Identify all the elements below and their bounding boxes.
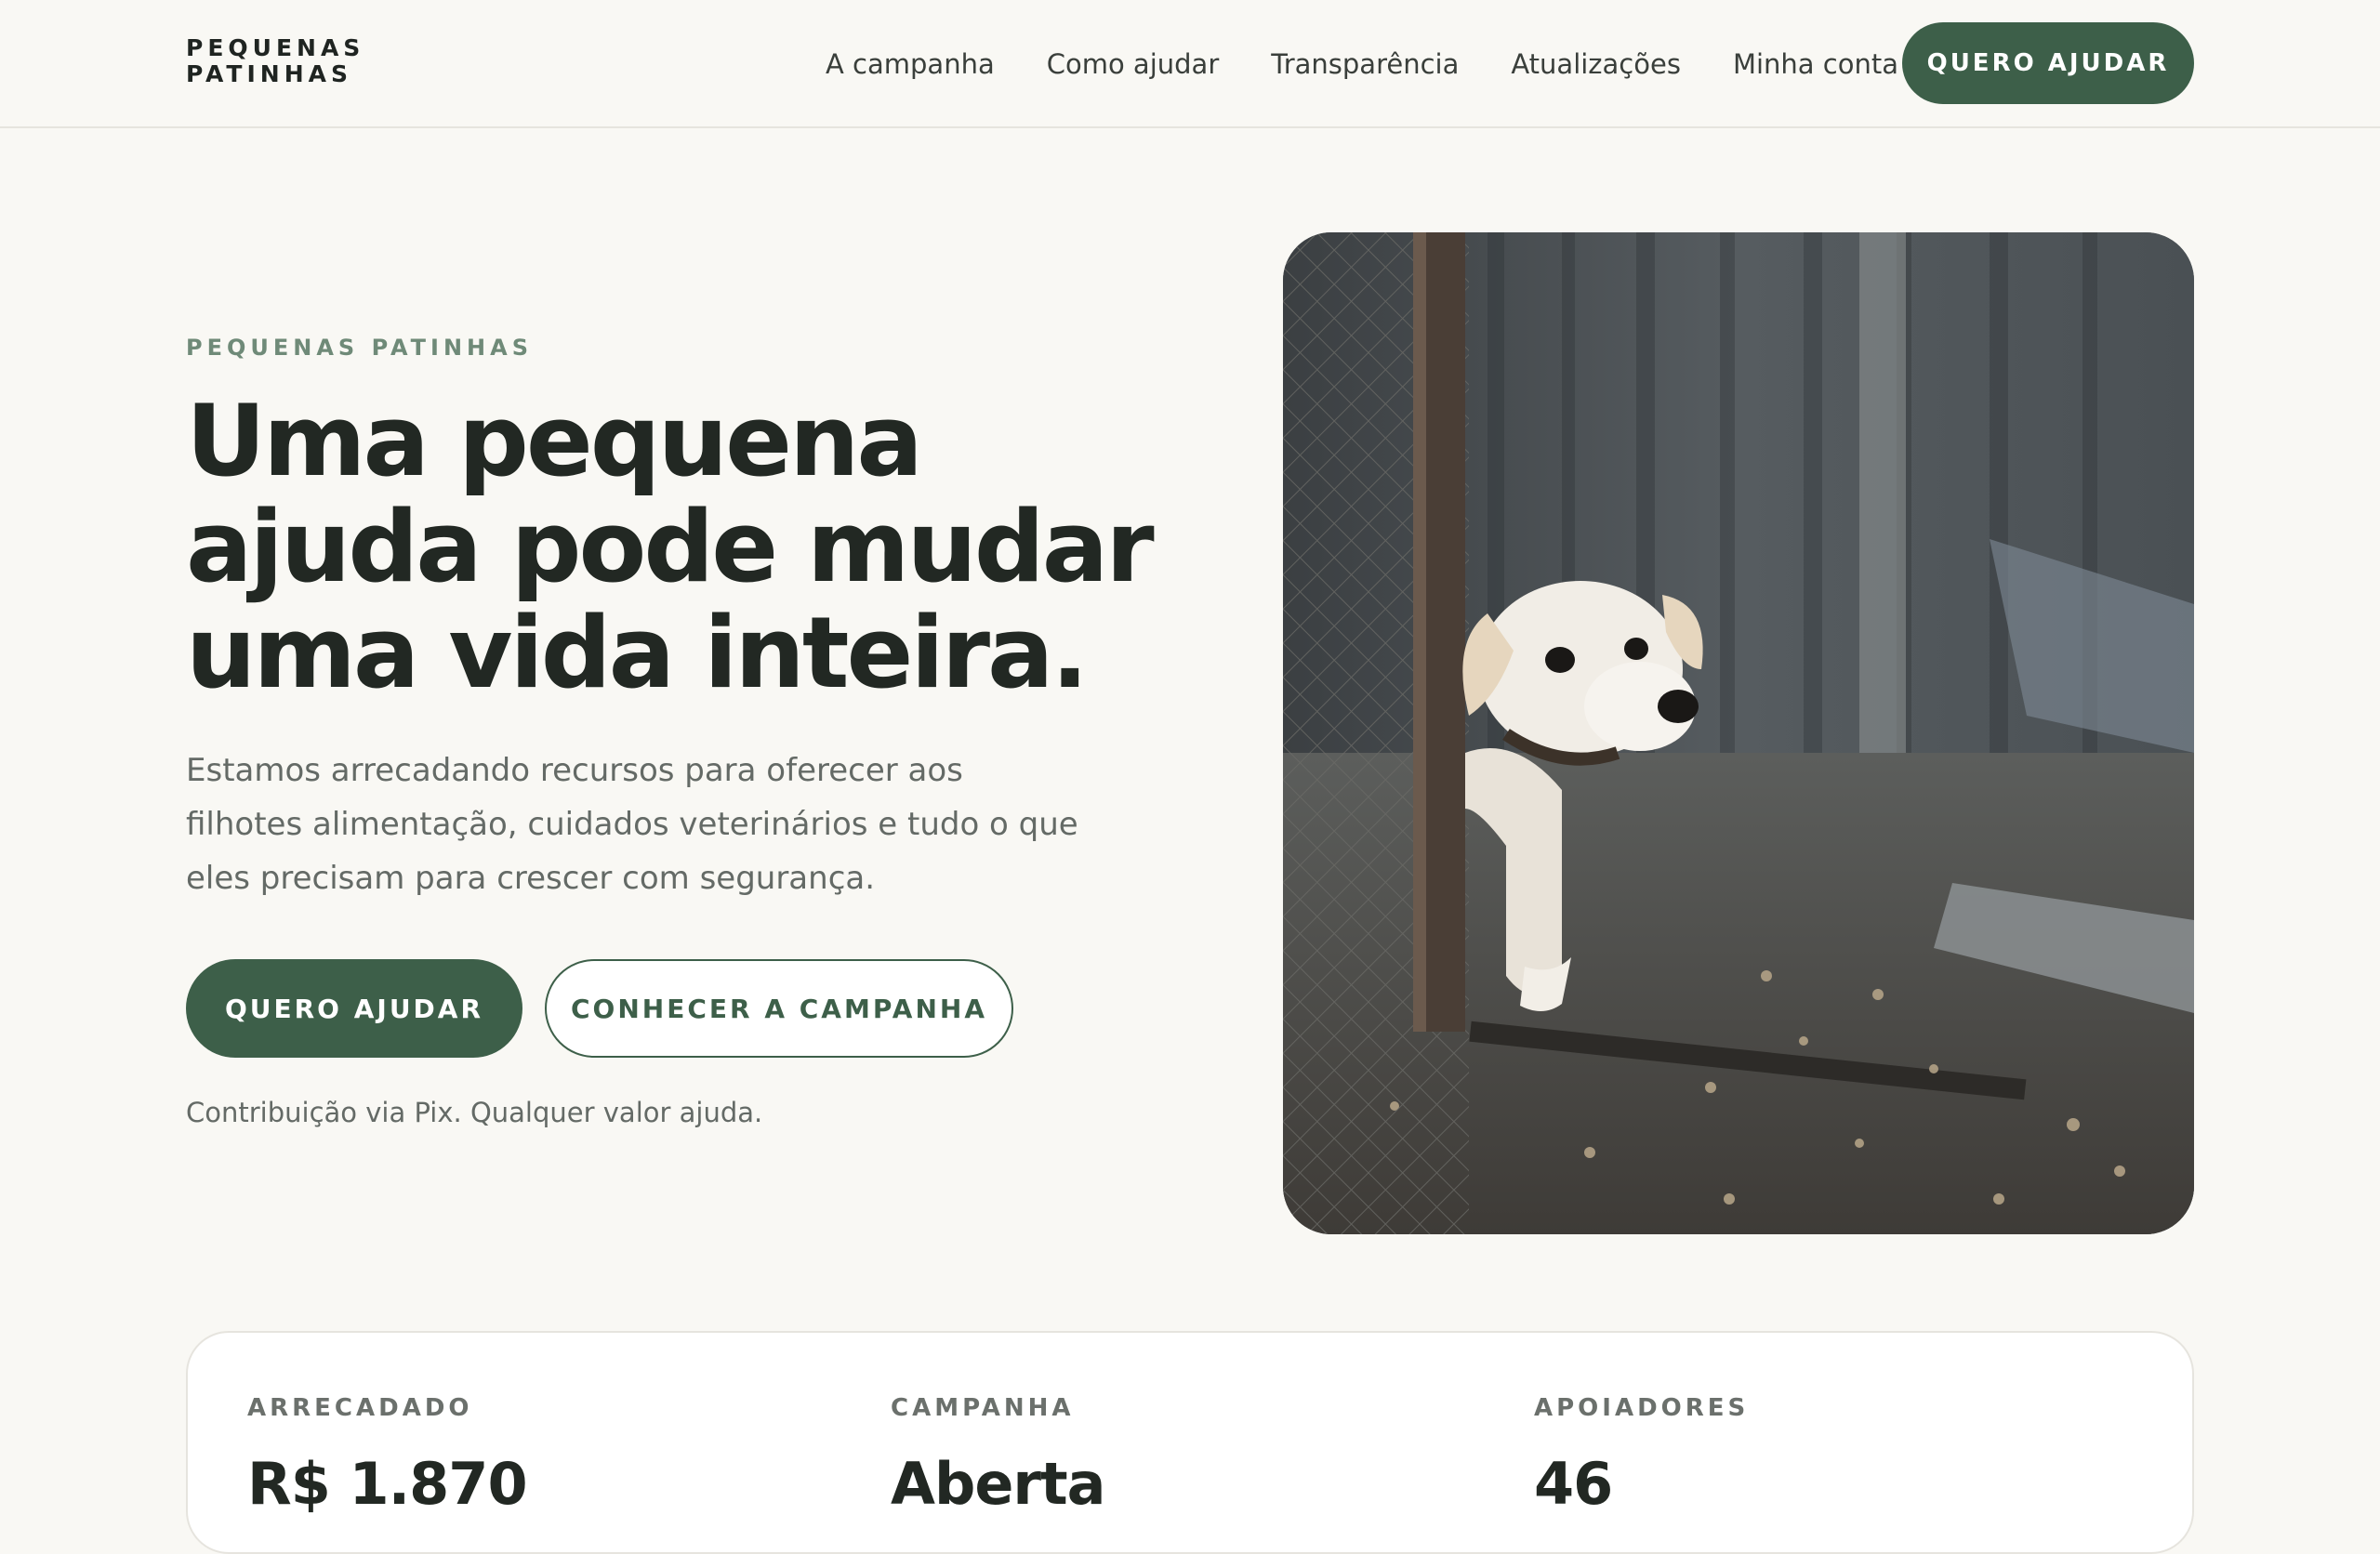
main-nav: A campanha Como ajudar Transparência Atu… <box>826 45 1898 84</box>
hero-eyebrow: PEQUENAS PATINHAS <box>186 335 533 361</box>
hero-help-button[interactable]: QUERO AJUDAR <box>186 959 522 1058</box>
brand-logo[interactable]: PEQUENAS PATINHAS <box>186 35 364 87</box>
stat-campaign-status: CAMPANHA Aberta <box>891 1394 1105 1518</box>
stat-raised: ARRECADADO R$ 1.870 <box>247 1394 528 1518</box>
nav-link-minha-conta[interactable]: Minha conta <box>1733 45 1898 84</box>
hero-description: Estamos arrecadando recursos para oferec… <box>186 752 1078 897</box>
stat-supporters: APOIADORES 46 <box>1534 1394 1749 1518</box>
stat-value: Aberta <box>891 1450 1105 1518</box>
stat-label: CAMPANHA <box>891 1394 1075 1422</box>
nav-link-atualizacoes[interactable]: Atualizações <box>1511 45 1681 84</box>
stat-value: 46 <box>1534 1450 1613 1518</box>
hero-headline: Uma pequena ajuda pode mudar uma vida in… <box>186 384 1155 710</box>
nav-link-campanha[interactable]: A campanha <box>826 45 995 84</box>
hero-dog-photo <box>1283 232 2194 1234</box>
stat-label: APOIADORES <box>1534 1394 1750 1422</box>
nav-link-como-ajudar[interactable]: Como ajudar <box>1047 45 1220 84</box>
nav-link-transparencia[interactable]: Transparência <box>1271 45 1459 84</box>
campaign-stats-card: ARRECADADO R$ 1.870 CAMPANHA Aberta APOI… <box>186 1331 2194 1554</box>
brand-line-1: PEQUENAS <box>186 34 365 61</box>
site-header: PEQUENAS PATINHAS A campanha Como ajudar… <box>0 0 2380 128</box>
stat-value: R$ 1.870 <box>247 1450 528 1518</box>
header-help-button[interactable]: QUERO AJUDAR <box>1902 22 2194 104</box>
stat-label: ARRECADADO <box>247 1394 473 1422</box>
learn-campaign-button[interactable]: CONHECER A CAMPANHA <box>545 959 1013 1058</box>
brand-line-2: PATINHAS <box>186 60 352 87</box>
pix-note: Contribuição via Pix. Qualquer valor aju… <box>186 1097 763 1128</box>
